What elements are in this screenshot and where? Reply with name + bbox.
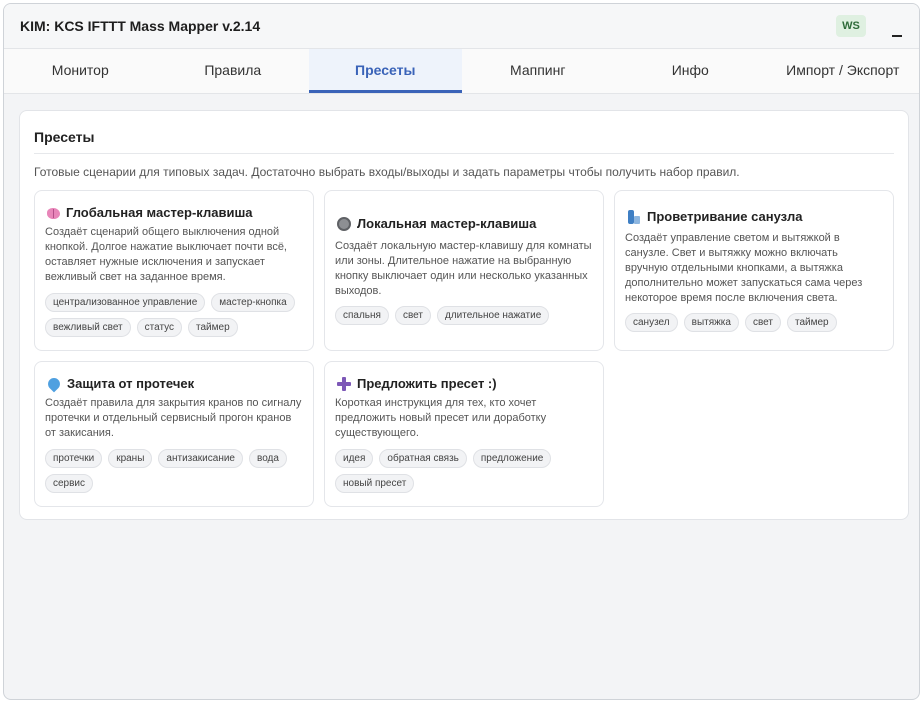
water-drop-icon <box>45 375 63 392</box>
card-header: Предложить пресет :) <box>337 376 497 391</box>
card-title: Глобальная мастер-клавиша <box>66 205 253 220</box>
tag[interactable]: таймер <box>786 313 837 332</box>
tab-bar: Монитор Правила Пресеты Маппинг Инфо Имп… <box>4 49 919 94</box>
preset-card-local-master[interactable]: Локальная мастер-клавиша Создаёт локальн… <box>324 190 604 351</box>
tag[interactable]: спальня <box>335 306 389 325</box>
tag[interactable]: предложение <box>472 449 552 468</box>
bathroom-icon <box>627 209 641 224</box>
presets-panel: Пресеты Готовые сценарии для типовых зад… <box>19 110 909 520</box>
card-header: Защита от протечек <box>45 375 195 392</box>
tag[interactable]: свет <box>744 313 781 332</box>
tag[interactable]: длительное нажатие <box>436 306 550 325</box>
tag[interactable]: краны <box>108 449 153 468</box>
card-title: Локальная мастер-клавиша <box>357 216 537 231</box>
tag[interactable]: вода <box>249 449 287 468</box>
tag[interactable]: санузел <box>625 313 678 332</box>
tag[interactable]: новый пресет <box>335 474 415 493</box>
card-header: Локальная мастер-клавиша <box>337 216 536 231</box>
tag-list: санузел вытяжка свет таймер <box>625 313 887 332</box>
tag[interactable]: протечки <box>45 449 103 468</box>
brain-icon <box>47 207 60 219</box>
tab-monitor[interactable]: Монитор <box>4 49 157 93</box>
preset-card-global-master[interactable]: Глобальная мастер-клавиша Создаёт сценар… <box>34 190 314 351</box>
tab-mapping[interactable]: Маппинг <box>462 49 615 93</box>
tag[interactable]: мастер-кнопка <box>211 293 295 312</box>
tag[interactable]: централизованное управление <box>45 293 206 312</box>
circle-icon <box>337 216 351 231</box>
tag[interactable]: статус <box>136 318 183 337</box>
tag-list: спальня свет длительное нажатие <box>335 306 597 325</box>
tab-presets[interactable]: Пресеты <box>309 49 462 93</box>
plus-icon <box>337 376 351 391</box>
card-description: Короткая инструкция для тех, кто хочет п… <box>335 397 547 439</box>
tag[interactable]: обратная связь <box>379 449 467 468</box>
tag[interactable]: антизакисание <box>158 449 243 468</box>
divider <box>34 153 894 154</box>
tag[interactable]: таймер <box>188 318 238 337</box>
tag-list: протечки краны антизакисание вода сервис <box>45 449 307 493</box>
card-description: Создаёт локальную мастер-клавишу для ком… <box>335 240 592 297</box>
card-header: Глобальная мастер-клавиша <box>47 205 253 220</box>
ws-status-badge: WS <box>836 15 866 37</box>
card-description: Создаёт управление светом и вытяжкой в с… <box>625 232 863 304</box>
tag[interactable]: свет <box>394 306 431 325</box>
tab-info[interactable]: Инфо <box>614 49 767 93</box>
preset-card-bathroom-ventilation[interactable]: Проветривание санузла Создаёт управление… <box>614 190 894 351</box>
card-header: Проветривание санузла <box>627 209 802 224</box>
tag-list: централизованное управление мастер-кнопк… <box>45 293 307 337</box>
tab-rules[interactable]: Правила <box>157 49 310 93</box>
tag[interactable]: вытяжка <box>683 313 739 332</box>
tag[interactable]: вежливый свет <box>45 318 131 337</box>
panel-description: Готовые сценарии для типовых задач. Дост… <box>34 165 740 179</box>
tab-import-export[interactable]: Импорт / Экспорт <box>767 49 920 93</box>
app-window: KIM: KCS IFTTT Mass Mapper v.2.14 WS Мон… <box>3 3 920 700</box>
minimize-button[interactable] <box>886 14 908 40</box>
tag[interactable]: идея <box>335 449 374 468</box>
card-description: Создаёт сценарий общего выключения одной… <box>45 226 287 283</box>
tag-list: идея обратная связь предложение новый пр… <box>335 449 597 493</box>
card-title: Защита от протечек <box>67 376 195 391</box>
card-title: Проветривание санузла <box>647 209 803 224</box>
preset-card-suggest[interactable]: Предложить пресет :) Короткая инструкция… <box>324 361 604 507</box>
preset-card-leak-protection[interactable]: Защита от протечек Создаёт правила для з… <box>34 361 314 507</box>
panel-title: Пресеты <box>34 129 95 145</box>
card-title: Предложить пресет :) <box>357 376 497 391</box>
app-title: KIM: KCS IFTTT Mass Mapper v.2.14 <box>20 18 261 34</box>
card-description: Создаёт правила для закрытия кранов по с… <box>45 397 302 439</box>
title-bar: KIM: KCS IFTTT Mass Mapper v.2.14 WS <box>4 4 919 49</box>
tag[interactable]: сервис <box>45 474 94 493</box>
